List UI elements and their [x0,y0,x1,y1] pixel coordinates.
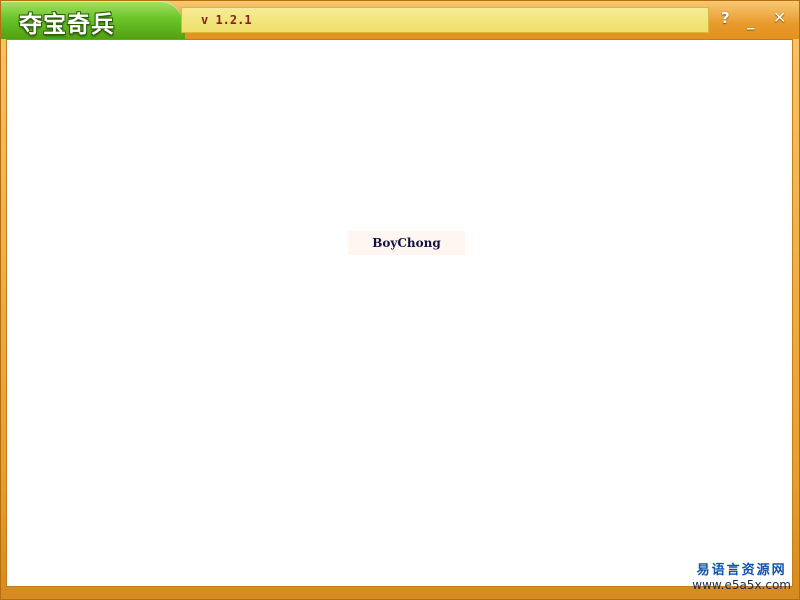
app-window: 夺宝奇兵 v 1.2.1 ? _ ✕ BoyChong 易语言资源网 www.e… [0,0,800,600]
close-button[interactable]: ✕ [773,9,787,27]
version-label: v 1.2.1 [201,13,252,27]
watermark-name: 易语言资源网 [696,563,787,578]
author-label: BoyChong [348,231,465,255]
version-strip: v 1.2.1 [181,7,709,33]
watermark-url: www.e5a5x.com [692,578,791,592]
window-controls: ? _ ✕ [721,9,787,31]
minimize-icon: _ [747,12,755,30]
minimize-button[interactable]: _ [747,9,761,30]
help-button[interactable]: ? [721,9,735,27]
watermark: 易语言资源网 www.e5a5x.com [692,563,791,593]
close-icon: ✕ [773,8,787,27]
main-content-area: BoyChong [6,39,793,587]
help-icon: ? [721,9,730,27]
app-title: 夺宝奇兵 [19,11,115,38]
title-tab: 夺宝奇兵 [1,1,185,39]
title-bar[interactable]: 夺宝奇兵 v 1.2.1 ? _ ✕ [1,1,799,39]
